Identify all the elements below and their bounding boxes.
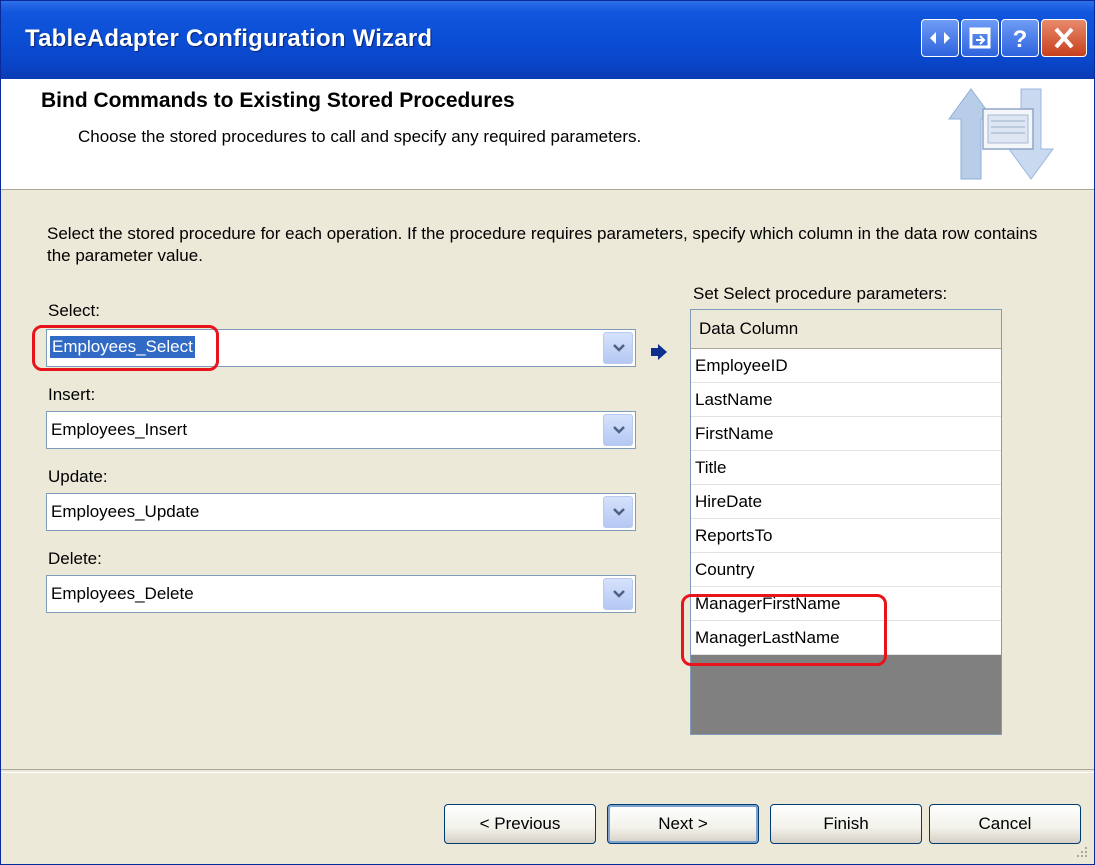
next-button[interactable]: Next > bbox=[607, 804, 759, 844]
grid-row[interactable]: HireDate bbox=[691, 485, 1001, 519]
close-icon[interactable] bbox=[1041, 19, 1087, 57]
grid-row[interactable]: LastName bbox=[691, 383, 1001, 417]
insert-combobox[interactable]: Employees_Insert bbox=[46, 411, 636, 449]
wizard-arrows-icon bbox=[941, 79, 1061, 189]
footer-separator bbox=[1, 769, 1094, 773]
window-title: TableAdapter Configuration Wizard bbox=[25, 25, 433, 52]
cell-text: LastName bbox=[695, 390, 773, 409]
data-column-header: Data Column bbox=[699, 319, 799, 338]
parameters-grid[interactable]: Data Column EmployeeID LastName FirstNam… bbox=[690, 309, 1002, 735]
instructions-text: Select the stored procedure for each ope… bbox=[47, 224, 1038, 265]
delete-label: Delete: bbox=[48, 549, 102, 568]
page-subtitle: Choose the stored procedures to call and… bbox=[78, 127, 642, 146]
update-label: Update: bbox=[48, 467, 108, 486]
cell-text: HireDate bbox=[695, 492, 763, 511]
help-icon[interactable]: ? bbox=[1001, 19, 1039, 57]
delete-combobox[interactable]: Employees_Delete bbox=[46, 575, 636, 613]
wizard-header: Bind Commands to Existing Stored Procedu… bbox=[1, 79, 1094, 190]
update-value: Employees_Update bbox=[51, 502, 200, 521]
page-title: Bind Commands to Existing Stored Procedu… bbox=[41, 89, 515, 112]
arrow-right-icon bbox=[649, 343, 669, 366]
delete-value: Employees_Delete bbox=[51, 584, 194, 603]
update-combobox[interactable]: Employees_Update bbox=[46, 493, 636, 531]
parameters-label: Set Select procedure parameters: bbox=[693, 284, 948, 303]
insert-label: Insert: bbox=[48, 385, 96, 404]
wizard-window: TableAdapter Configuration Wizard ? Bind… bbox=[0, 0, 1095, 865]
insert-value: Employees_Insert bbox=[51, 420, 188, 439]
title-bar[interactable]: TableAdapter Configuration Wizard ? bbox=[1, 1, 1094, 79]
grid-row[interactable]: Title bbox=[691, 451, 1001, 485]
resize-grip-icon[interactable] bbox=[1074, 844, 1088, 858]
back-forward-icon[interactable] bbox=[921, 19, 959, 57]
cell-text: ReportsTo bbox=[695, 526, 773, 545]
cancel-button[interactable]: Cancel bbox=[929, 804, 1081, 844]
grid-row[interactable]: FirstName bbox=[691, 417, 1001, 451]
previous-button[interactable]: < Previous bbox=[444, 804, 596, 844]
highlight-manager-columns bbox=[681, 594, 887, 666]
grid-row[interactable]: ReportsTo bbox=[691, 519, 1001, 553]
grid-row[interactable]: Country bbox=[691, 553, 1001, 587]
restore-icon[interactable] bbox=[961, 19, 999, 57]
cell-text: FirstName bbox=[695, 424, 774, 443]
chevron-down-icon[interactable] bbox=[603, 496, 633, 528]
cell-text: Title bbox=[695, 458, 727, 477]
chevron-down-icon[interactable] bbox=[603, 414, 633, 446]
svg-text:?: ? bbox=[1013, 26, 1028, 53]
chevron-down-icon[interactable] bbox=[603, 578, 633, 610]
select-label: Select: bbox=[48, 301, 100, 320]
cell-text: Country bbox=[695, 560, 755, 579]
grid-row[interactable]: EmployeeID bbox=[691, 349, 1001, 383]
cell-text: EmployeeID bbox=[695, 356, 788, 375]
grid-header: Data Column bbox=[691, 310, 1001, 349]
highlight-select bbox=[32, 325, 219, 371]
finish-button[interactable]: Finish bbox=[770, 804, 922, 844]
chevron-down-icon[interactable] bbox=[603, 332, 633, 364]
